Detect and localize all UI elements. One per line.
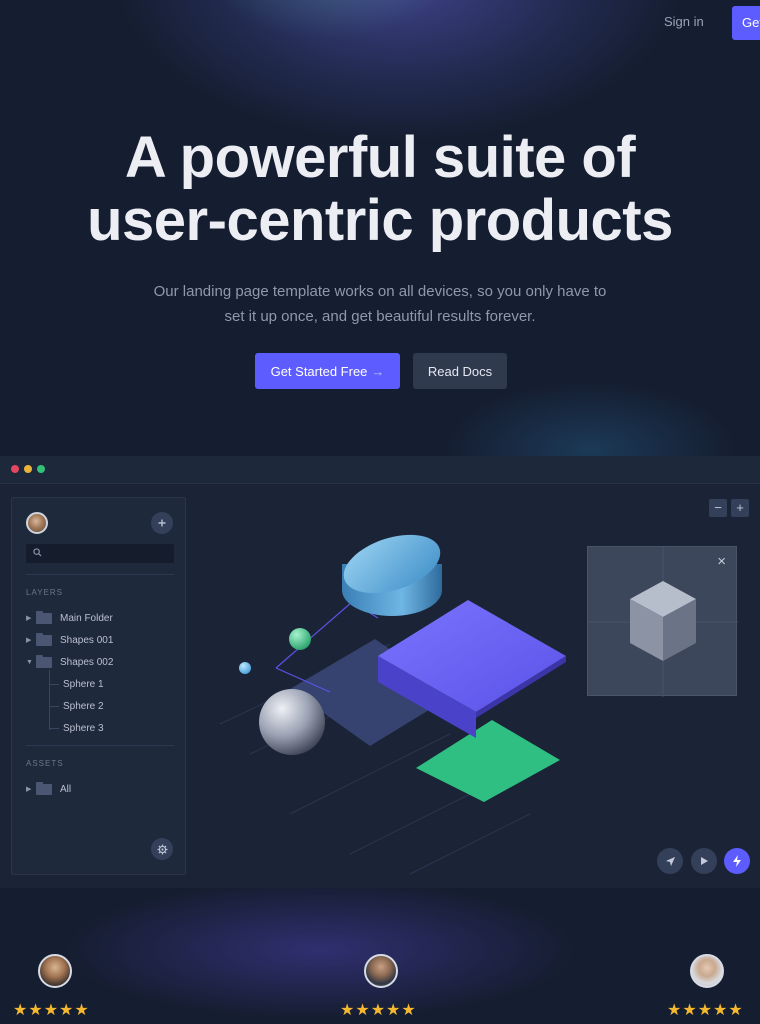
testimonial-2: ★★★★★ <box>337 954 487 1019</box>
tree-connector <box>49 706 59 707</box>
user-avatar[interactable] <box>26 512 48 534</box>
hero-title: A powerful suite of user-centric product… <box>0 126 760 252</box>
layer-item-shapes-002[interactable]: ▼ Shapes 002 <box>26 654 113 670</box>
caret-right-icon[interactable]: ▶ <box>26 636 36 644</box>
app-window: LAYERS ▶ Main Folder ▶ Shapes 001 ▼ Shap… <box>0 456 760 888</box>
layer-label: Main Folder <box>60 612 113 624</box>
divider <box>26 745 174 746</box>
play-button[interactable] <box>691 848 717 874</box>
window-maximize-dot[interactable] <box>37 465 45 473</box>
add-layer-button[interactable] <box>151 512 173 534</box>
caret-right-icon[interactable]: ▶ <box>26 785 36 793</box>
navigate-icon <box>665 856 675 866</box>
layer-item-sphere-1[interactable]: Sphere 1 <box>63 676 104 692</box>
star-rating: ★★★★★ <box>667 1002 744 1019</box>
close-icon[interactable]: × <box>717 553 726 570</box>
layer-label: Shapes 001 <box>60 634 114 646</box>
caret-down-icon[interactable]: ▼ <box>26 659 36 666</box>
divider <box>26 574 174 575</box>
layer-label: Shapes 002 <box>60 656 114 668</box>
layers-heading: LAYERS <box>26 588 63 597</box>
get-started-label: Get Started Free <box>270 363 368 379</box>
window-close-dot[interactable] <box>11 465 19 473</box>
testimonial-1: ★★★★★ <box>10 954 160 1019</box>
zoom-in-button[interactable]: + <box>731 499 749 517</box>
bolt-icon <box>733 855 741 867</box>
caret-right-icon[interactable]: ▶ <box>26 614 36 622</box>
read-docs-button[interactable]: Read Docs <box>413 353 507 389</box>
layer-search-input[interactable] <box>26 544 174 563</box>
gear-icon <box>156 843 168 855</box>
zoom-out-button[interactable]: − <box>709 499 727 517</box>
folder-icon <box>36 610 52 624</box>
avatar <box>364 954 398 988</box>
layer-item-sphere-3[interactable]: Sphere 3 <box>63 720 104 736</box>
layer-item-shapes-001[interactable]: ▶ Shapes 001 <box>26 632 113 648</box>
layer-label: Sphere 2 <box>63 700 104 712</box>
folder-icon <box>36 781 52 795</box>
layer-label: Sphere 1 <box>63 678 104 690</box>
testimonial-3: ★★★★★ <box>664 954 760 1019</box>
hero-subtitle-line-2: set it up once, and get beautiful result… <box>224 308 536 325</box>
hero-title-line-2: user-centric products <box>87 188 673 253</box>
window-minimize-dot[interactable] <box>24 465 32 473</box>
background-glow-top <box>120 0 680 140</box>
star-rating: ★★★★★ <box>13 1002 90 1019</box>
hero-subtitle-line-1: Our landing page template works on all d… <box>153 283 607 300</box>
avatar <box>690 954 724 988</box>
play-icon <box>701 857 708 865</box>
tree-connector <box>49 728 59 729</box>
get-started-button[interactable]: Get Started Free → <box>255 353 400 389</box>
layer-item-sphere-2[interactable]: Sphere 2 <box>63 698 104 714</box>
folder-icon <box>36 654 52 668</box>
search-icon <box>33 548 42 557</box>
arrow-right-icon: → <box>371 363 385 379</box>
bolt-button[interactable] <box>724 848 750 874</box>
sign-in-link[interactable]: Sign in <box>664 14 704 29</box>
tree-connector <box>49 684 59 685</box>
preview-panel: × <box>587 546 738 697</box>
window-titlebar <box>0 456 760 484</box>
navigate-button[interactable] <box>657 848 683 874</box>
asset-item-all[interactable]: ▶ All <box>26 781 71 797</box>
asset-label: All <box>60 783 72 795</box>
layers-sidebar: LAYERS ▶ Main Folder ▶ Shapes 001 ▼ Shap… <box>11 497 186 875</box>
hero-subtitle: Our landing page template works on all d… <box>110 279 650 329</box>
layer-label: Sphere 3 <box>63 722 104 734</box>
plus-icon <box>158 519 166 527</box>
star-rating: ★★★★★ <box>340 1002 417 1019</box>
tree-connector <box>49 670 50 730</box>
hero-title-line-1: A powerful suite of <box>124 125 636 190</box>
folder-icon <box>36 632 52 646</box>
signup-button[interactable]: Get <box>732 6 760 40</box>
background-glow-teal <box>200 0 460 40</box>
assets-heading: ASSETS <box>26 759 64 768</box>
cube-preview <box>588 547 738 697</box>
avatar <box>38 954 72 988</box>
layer-item-main-folder[interactable]: ▶ Main Folder <box>26 610 113 626</box>
settings-button[interactable] <box>151 838 173 860</box>
